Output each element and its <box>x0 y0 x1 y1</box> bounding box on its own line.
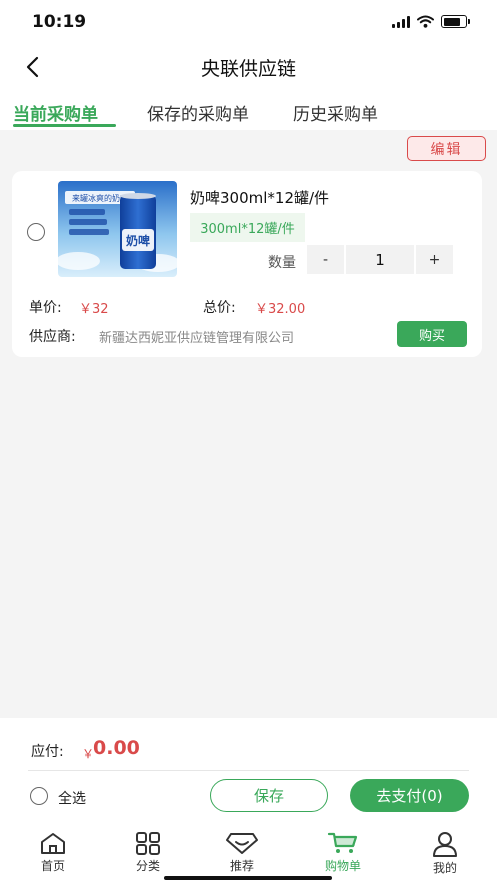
product-image: 来罐冰爽的奶啤 奶啤 <box>58 181 177 277</box>
total-price-label: 总价: <box>203 300 236 316</box>
bottom-tab-bar: 首页 分类 推荐 购物单 我的 <box>0 823 497 883</box>
amount-due-label: 应付: <box>31 744 64 760</box>
battery-icon <box>441 15 470 28</box>
tab-saved-orders[interactable]: 保存的采购单 <box>147 100 249 125</box>
unit-price-label: 单价: <box>29 300 62 316</box>
supplier-name: 新疆达西妮亚供应链管理有限公司 <box>99 331 295 346</box>
tabbar-item-category[interactable]: 分类 <box>118 831 178 874</box>
tabbar-label: 购物单 <box>324 859 361 873</box>
item-select-radio[interactable] <box>27 223 45 241</box>
recommend-icon <box>226 833 258 854</box>
wifi-icon <box>417 15 434 28</box>
status-time: 10:19 <box>32 12 87 32</box>
user-icon <box>433 832 457 857</box>
order-item-card: 来罐冰爽的奶啤 奶啤 奶啤300ml*12罐/件 300ml*12罐/件 数量 … <box>12 171 482 357</box>
product-spec-tag: 300ml*12罐/件 <box>190 213 305 242</box>
signal-icon <box>392 15 410 28</box>
tabbar-item-home[interactable]: 首页 <box>23 831 83 874</box>
status-icons <box>392 15 470 28</box>
buy-button[interactable]: 购买 <box>397 321 467 347</box>
select-all-label[interactable]: 全选 <box>58 788 86 808</box>
divider <box>28 770 469 771</box>
total-price-value: ￥32.00 <box>255 302 306 317</box>
edit-button[interactable]: 编辑 <box>407 136 486 161</box>
tabbar-item-cart[interactable]: 购物单 <box>313 831 373 874</box>
product-name: 奶啤300ml*12罐/件 <box>190 189 330 207</box>
cart-icon <box>327 832 358 853</box>
status-bar: 10:19 <box>0 0 497 44</box>
tabbar-label: 分类 <box>135 859 160 873</box>
tabbar-label: 首页 <box>40 859 65 873</box>
supplier-label: 供应商: <box>29 329 76 345</box>
tabbar-label: 推荐 <box>229 859 254 873</box>
select-all-radio[interactable] <box>30 787 48 805</box>
page-title: 央联供应链 <box>200 58 296 80</box>
quantity-decrease-button[interactable]: - <box>307 245 344 274</box>
unit-price-value: ￥32 <box>79 302 109 317</box>
home-indicator <box>164 876 332 880</box>
product-image-brand: 奶啤 <box>126 233 150 248</box>
tab-history-orders[interactable]: 历史采购单 <box>293 100 378 125</box>
home-icon <box>41 833 65 854</box>
quantity-increase-button[interactable]: + <box>416 245 453 274</box>
tabbar-item-profile[interactable]: 我的 <box>415 831 475 876</box>
go-pay-button[interactable]: 去支付(0) <box>350 779 469 812</box>
tab-bar: 当前采购单 保存的采购单 历史采购单 <box>0 90 497 130</box>
grid-icon <box>136 832 160 855</box>
tabbar-label: 我的 <box>432 861 457 875</box>
active-tab-indicator <box>13 124 116 127</box>
tab-current-orders[interactable]: 当前采购单 <box>13 100 98 125</box>
quantity-label: 数量 <box>268 255 296 271</box>
nav-bar: 央联供应链 <box>0 44 497 90</box>
save-button[interactable]: 保存 <box>210 779 328 812</box>
amount-due-value: 0.00 <box>93 737 140 759</box>
quantity-value[interactable]: 1 <box>346 245 414 274</box>
tabbar-item-recommend[interactable]: 推荐 <box>212 831 272 874</box>
product-image-slogan: 来罐冰爽的奶啤 <box>72 193 128 203</box>
